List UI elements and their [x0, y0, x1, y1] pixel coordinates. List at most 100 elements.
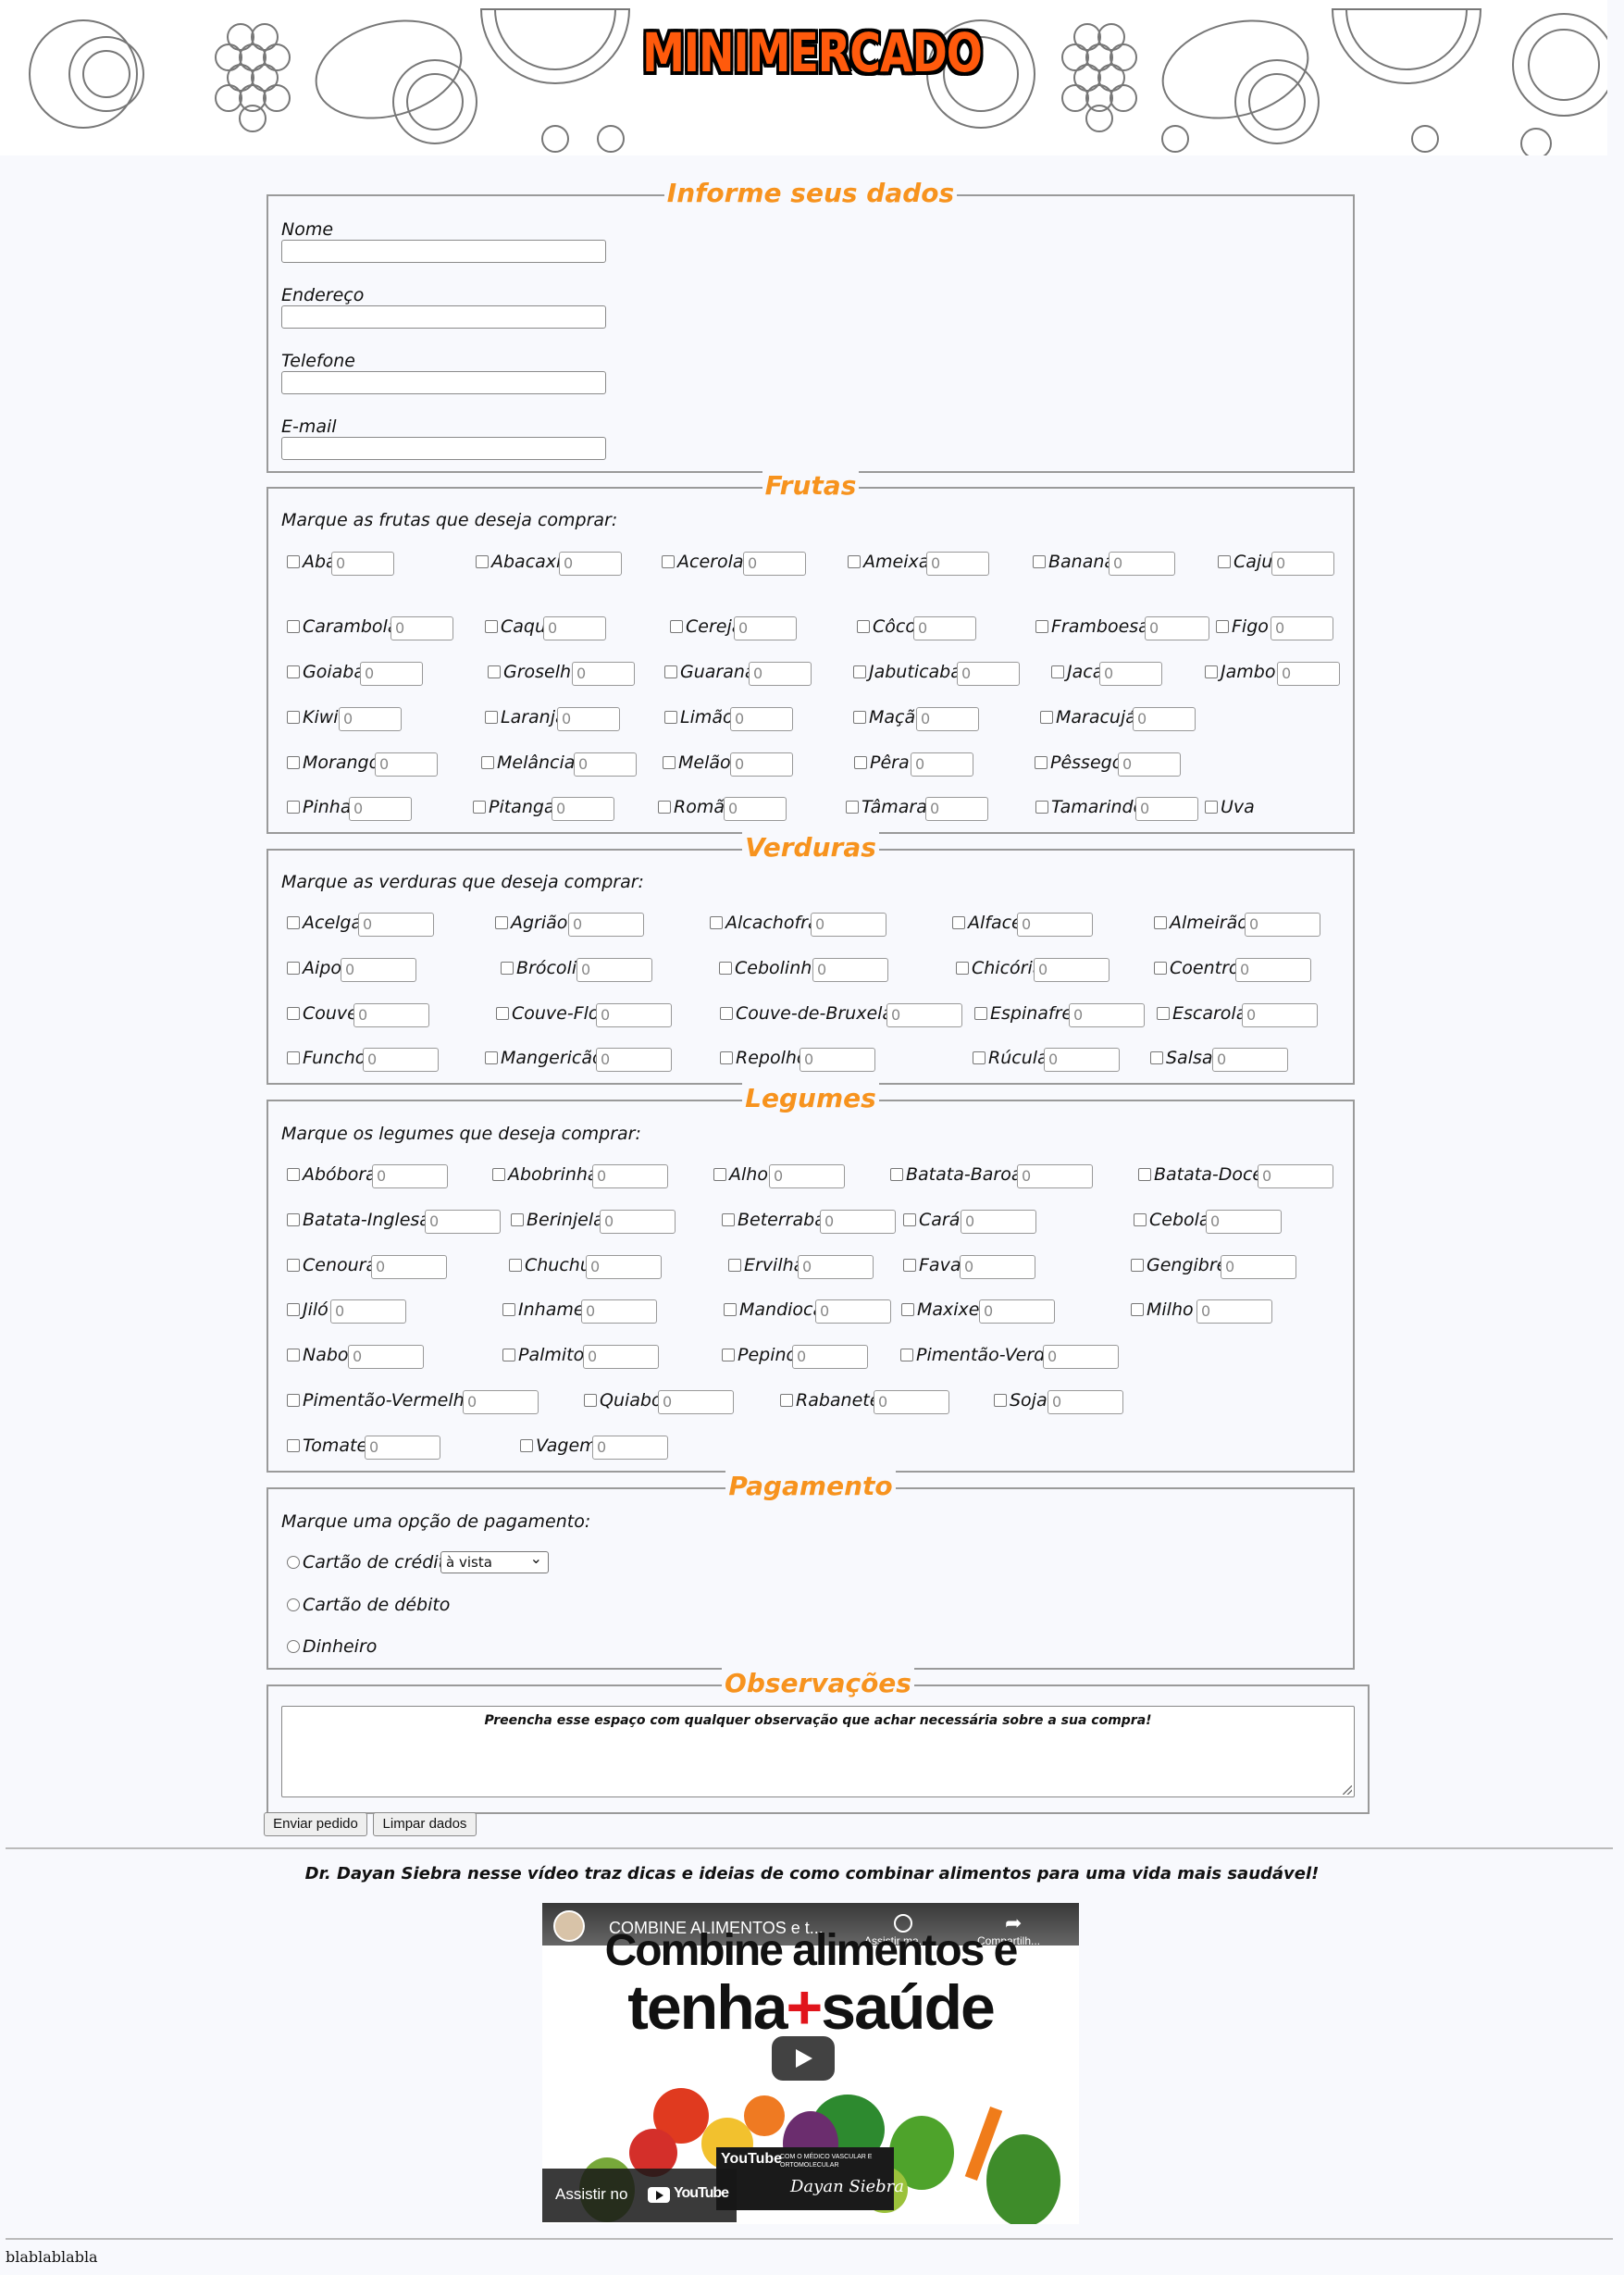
vegetable-checkbox-couve-de-bruxelas[interactable] [720, 1007, 733, 1020]
vegetable-qty-aipo[interactable]: 0 [341, 958, 416, 982]
fruit-checkbox-pera[interactable] [854, 756, 867, 769]
fruit-checkbox-jaca[interactable] [1051, 665, 1064, 678]
legume-qty-batata-doce[interactable]: 0 [1258, 1164, 1333, 1188]
fruit-qty-maracuja[interactable]: 0 [1133, 707, 1196, 731]
watch-on-youtube[interactable]: Assistir no YouTube [542, 2169, 737, 2222]
vegetable-qty-agriao[interactable]: 0 [568, 913, 644, 937]
fruit-qty-pitanga[interactable]: 0 [552, 797, 614, 821]
fruit-qty-pera[interactable]: 0 [911, 752, 973, 777]
vegetable-checkbox-espinafre[interactable] [974, 1007, 987, 1020]
legume-checkbox-maxixe[interactable] [901, 1303, 914, 1316]
legume-checkbox-inhame[interactable] [502, 1303, 515, 1316]
vegetable-checkbox-almeirao[interactable] [1154, 916, 1167, 929]
legume-qty-mandioca[interactable]: 0 [815, 1299, 891, 1324]
fruit-qty-limao[interactable]: 0 [730, 707, 793, 731]
fruit-qty-abacaxi[interactable]: 0 [559, 552, 622, 576]
legume-qty-cenoura[interactable]: 0 [371, 1255, 447, 1279]
fruit-checkbox-melancia[interactable] [481, 756, 494, 769]
payment-radio-cash[interactable] [287, 1640, 300, 1653]
fruit-checkbox-tamarindo[interactable] [1035, 801, 1048, 814]
payment-radio-credit[interactable] [287, 1556, 300, 1569]
vegetable-checkbox-couve[interactable] [287, 1007, 300, 1020]
vegetable-qty-couve[interactable]: 0 [353, 1003, 429, 1027]
fruit-checkbox-abacaxi[interactable] [476, 555, 489, 568]
fruit-checkbox-goiaba[interactable] [287, 665, 300, 678]
fruit-checkbox-caqui[interactable] [485, 620, 498, 633]
fruit-qty-abacate[interactable]: 0 [331, 552, 394, 576]
legume-checkbox-cenoura[interactable] [287, 1259, 300, 1272]
field-input-telefone[interactable] [281, 371, 606, 394]
legume-qty-palmito[interactable]: 0 [583, 1345, 659, 1369]
fruit-qty-melao[interactable]: 0 [730, 752, 793, 777]
fruit-checkbox-ameixa[interactable] [848, 555, 861, 568]
legume-qty-berinjela[interactable]: 0 [600, 1210, 676, 1234]
legume-qty-inhame[interactable]: 0 [581, 1299, 657, 1324]
fruit-checkbox-limao[interactable] [664, 711, 677, 724]
vegetable-checkbox-coentro[interactable] [1154, 962, 1167, 975]
fruit-qty-goiaba[interactable]: 0 [360, 662, 423, 686]
vegetable-qty-funcho[interactable]: 0 [363, 1048, 439, 1072]
fruit-checkbox-pitanga[interactable] [473, 801, 486, 814]
vegetable-qty-escarola[interactable]: 0 [1242, 1003, 1318, 1027]
legume-checkbox-ervilha[interactable] [728, 1259, 741, 1272]
vegetable-qty-salsa[interactable]: 0 [1212, 1048, 1288, 1072]
play-button[interactable] [772, 2036, 835, 2081]
vegetable-qty-espinafre[interactable]: 0 [1069, 1003, 1145, 1027]
fruit-checkbox-framboesa[interactable] [1035, 620, 1048, 633]
fruit-checkbox-figo[interactable] [1216, 620, 1229, 633]
legume-qty-cebola[interactable]: 0 [1206, 1210, 1282, 1234]
fruit-checkbox-jambo[interactable] [1205, 665, 1218, 678]
submit-button[interactable]: Enviar pedido [264, 1812, 367, 1836]
fruit-checkbox-morango[interactable] [287, 756, 300, 769]
legume-qty-abobora[interactable]: 0 [372, 1164, 448, 1188]
video-embed[interactable]: COMBINE ALIMENTOS e t... Assistir ma... … [542, 1903, 1079, 2224]
legume-qty-cara[interactable]: 0 [961, 1210, 1036, 1234]
vegetable-checkbox-funcho[interactable] [287, 1051, 300, 1064]
legume-checkbox-pimentao-vermelho[interactable] [287, 1394, 300, 1407]
legume-checkbox-fava[interactable] [903, 1259, 916, 1272]
fruit-checkbox-roma[interactable] [658, 801, 671, 814]
legume-qty-batata-baroa[interactable]: 0 [1017, 1164, 1093, 1188]
fruit-qty-jambo[interactable]: 0 [1277, 662, 1340, 686]
legume-qty-chuchu[interactable]: 0 [586, 1255, 662, 1279]
fruit-checkbox-uva[interactable] [1205, 801, 1218, 814]
vegetable-checkbox-cebolinha[interactable] [719, 962, 732, 975]
fruit-checkbox-maca[interactable] [853, 711, 866, 724]
legume-qty-abobrinha[interactable]: 0 [592, 1164, 668, 1188]
field-input-nome[interactable] [281, 240, 606, 263]
fruit-checkbox-acerola[interactable] [662, 555, 675, 568]
vegetable-checkbox-repolho[interactable] [720, 1051, 733, 1064]
legume-checkbox-abobora[interactable] [287, 1168, 300, 1181]
field-input-e-mail[interactable] [281, 437, 606, 460]
fruit-checkbox-guarana[interactable] [664, 665, 677, 678]
legume-checkbox-rabanete[interactable] [780, 1394, 793, 1407]
fruit-qty-coco[interactable]: 0 [913, 616, 976, 640]
vegetable-checkbox-couve-flor[interactable] [496, 1007, 509, 1020]
fruit-qty-pinha[interactable]: 0 [349, 797, 412, 821]
legume-checkbox-batata-baroa[interactable] [890, 1168, 903, 1181]
fruit-qty-morango[interactable]: 0 [375, 752, 438, 777]
vegetable-checkbox-brocolis[interactable] [501, 962, 514, 975]
notes-textarea[interactable]: Preencha esse espaço com qualquer observ… [281, 1706, 1355, 1797]
legume-checkbox-jilo[interactable] [287, 1303, 300, 1316]
vegetable-qty-alcachofra[interactable]: 0 [811, 913, 886, 937]
legume-qty-nabo[interactable]: 0 [348, 1345, 424, 1369]
fruit-checkbox-kiwi[interactable] [287, 711, 300, 724]
fruit-qty-carambola[interactable]: 0 [391, 616, 453, 640]
legume-qty-rabanete[interactable]: 0 [874, 1390, 949, 1414]
legume-checkbox-tomate[interactable] [287, 1439, 300, 1452]
legume-qty-vagem[interactable]: 0 [592, 1436, 668, 1460]
fruit-checkbox-groselha[interactable] [488, 665, 501, 678]
fruit-checkbox-coco[interactable] [857, 620, 870, 633]
legume-qty-fava[interactable]: 0 [960, 1255, 1035, 1279]
legume-qty-maxixe[interactable]: 0 [979, 1299, 1055, 1324]
field-input-endereco[interactable] [281, 305, 606, 329]
fruit-qty-tamarindo[interactable]: 0 [1135, 797, 1198, 821]
fruit-qty-cereja[interactable]: 0 [734, 616, 797, 640]
fruit-checkbox-pinha[interactable] [287, 801, 300, 814]
fruit-qty-caju[interactable]: 0 [1271, 552, 1334, 576]
fruit-checkbox-melao[interactable] [663, 756, 676, 769]
fruit-qty-ameixa[interactable]: 0 [926, 552, 989, 576]
legume-checkbox-cebola[interactable] [1134, 1213, 1147, 1226]
legume-checkbox-berinjela[interactable] [511, 1213, 524, 1226]
